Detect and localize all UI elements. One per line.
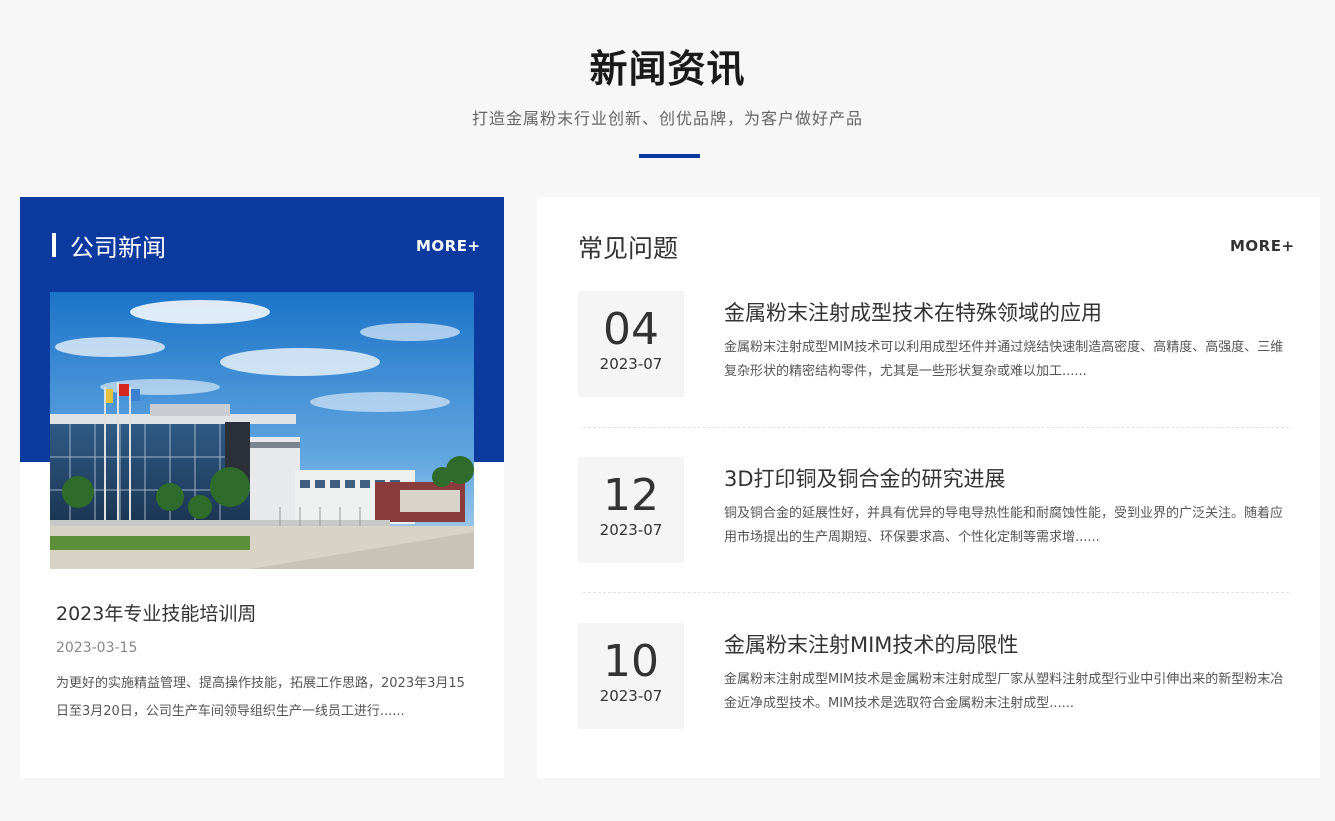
date-year-month: 2023-07 [599,355,663,373]
date-day: 10 [603,636,659,687]
date-box: 04 2023-07 [578,291,684,397]
news-article-excerpt: 为更好的实施精益管理、提高操作技能，拓展工作思路，2023年3月15日至3月20… [56,676,465,719]
faq-item[interactable]: 04 2023-07 金属粉末注射成型技术在特殊领域的应用 金属粉末注射成型MI… [578,291,1290,397]
news-article-title[interactable]: 2023年专业技能培训周 [56,599,256,626]
title-underline [639,154,700,158]
faq-more-link[interactable]: MORE+ [1230,237,1295,255]
section-subtitle: 打造金属粉末行业创新、创优品牌，为客户做好产品 [471,109,863,128]
factory-building-image [50,292,474,569]
faq-item-title[interactable]: 3D打印铜及铜合金的研究进展 [724,463,1006,493]
faq-item-excerpt: 金属粉末注射成型MIM技术是金属粉末注射成型厂家从塑料注射成型行业中引伸出来的新… [724,672,1284,711]
company-news-card: 公司新闻 MORE+ 2023年专业技能培训周 2023-03-15 为更好的实… [20,197,504,778]
faq-item-title[interactable]: 金属粉末注射成型技术在特殊领域的应用 [724,297,1102,327]
company-news-heading: 公司新闻 [70,233,166,262]
company-news-more-link[interactable]: MORE+ [416,237,481,255]
date-box: 12 2023-07 [578,457,684,563]
item-divider [583,427,1289,428]
faq-item-excerpt: 铜及铜合金的延展性好，并具有优异的导电导热性能和耐腐蚀性能，受到业界的广泛关注。… [724,506,1284,545]
company-news-header: 公司新闻 [52,231,166,262]
date-day: 04 [603,304,659,355]
news-article-date: 2023-03-15 [56,640,138,656]
faq-card: 常见问题 MORE+ 04 2023-07 金属粉末注射成型技术在特殊领域的应用… [537,197,1320,778]
faq-item[interactable]: 12 2023-07 3D打印铜及铜合金的研究进展 铜及铜合金的延展性好，并具有… [578,457,1290,563]
news-photo[interactable] [50,292,474,569]
item-divider [583,592,1289,593]
heading-accent-bar [52,233,56,257]
date-year-month: 2023-07 [599,521,663,539]
faq-heading: 常见问题 [578,234,679,263]
faq-item-excerpt: 金属粉末注射成型MIM技术可以利用成型坯件并通过烧结快速制造高密度、高精度、高强… [724,340,1284,379]
faq-item[interactable]: 10 2023-07 金属粉末注射MIM技术的局限性 金属粉末注射成型MIM技术… [578,623,1290,729]
date-box: 10 2023-07 [578,623,684,729]
faq-item-title[interactable]: 金属粉末注射MIM技术的局限性 [724,629,1018,659]
date-year-month: 2023-07 [599,687,663,705]
section-title: 新闻资讯 [589,47,746,91]
date-day: 12 [603,470,659,521]
